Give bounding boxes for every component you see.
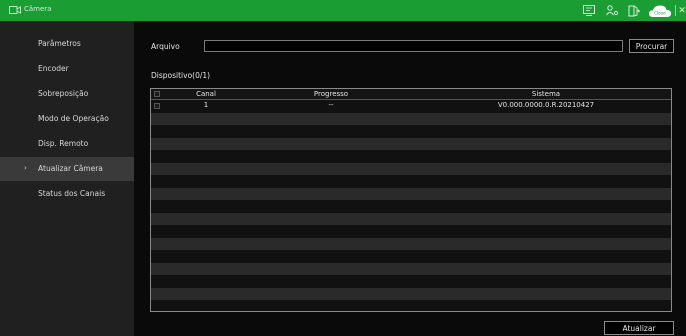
- sidebar-item-label: Parâmetros: [38, 39, 81, 48]
- dispositivo-label: Dispositivo(0/1): [151, 71, 211, 80]
- empty-row: [151, 300, 671, 311]
- sidebar-item-atualizar-camera[interactable]: › Atualizar Câmera: [0, 157, 134, 181]
- cell-canal: 1: [203, 101, 209, 109]
- table-row[interactable]: 1 -- V0.000.0000.0.R.20210427: [151, 100, 671, 113]
- sidebar-item-label: Modo de Operação: [38, 114, 109, 123]
- empty-row: [151, 200, 671, 213]
- sidebar-item-modo-de-operacao[interactable]: Modo de Operação: [0, 107, 134, 131]
- cloud-icon[interactable]: Cloud: [647, 3, 673, 18]
- column-header-progresso: Progresso: [313, 90, 349, 98]
- empty-row: [151, 162, 671, 175]
- select-all-checkbox[interactable]: [154, 91, 160, 97]
- empty-row: [151, 287, 671, 300]
- titlebar-divider: [675, 5, 676, 16]
- empty-row: [151, 175, 671, 188]
- arquivo-input[interactable]: [204, 40, 623, 52]
- column-header-sistema: Sistema: [531, 90, 561, 98]
- monitor-icon[interactable]: [582, 3, 596, 18]
- sidebar-item-label: Sobreposição: [38, 89, 89, 98]
- sidebar-item-label: Atualizar Câmera: [38, 164, 103, 173]
- window-title: Câmera: [24, 5, 52, 13]
- sidebar: Parâmetros Encoder Sobreposição Modo de …: [0, 21, 134, 336]
- column-header-canal: Canal: [196, 90, 216, 98]
- empty-row: [151, 262, 671, 275]
- user-icon[interactable]: [605, 3, 619, 18]
- sidebar-item-status-dos-canais[interactable]: Status dos Canais: [0, 182, 134, 206]
- empty-row: [151, 187, 671, 200]
- sidebar-item-sobreposicao[interactable]: Sobreposição: [0, 82, 134, 106]
- table-header: Canal Progresso Sistema: [151, 89, 671, 100]
- atualizar-button[interactable]: Atualizar: [604, 321, 674, 335]
- close-icon[interactable]: ✕: [678, 3, 686, 18]
- procurar-button[interactable]: Procurar: [629, 39, 674, 53]
- empty-row: [151, 125, 671, 138]
- cell-sistema: V0.000.0000.0.R.20210427: [497, 101, 595, 109]
- sidebar-item-encoder[interactable]: Encoder: [0, 57, 134, 81]
- empty-row: [151, 275, 671, 288]
- arquivo-label: Arquivo: [151, 42, 180, 51]
- title-bar: Câmera Cloud ✕: [0, 0, 686, 21]
- empty-row: [151, 150, 671, 163]
- exit-icon[interactable]: [627, 3, 641, 18]
- row-checkbox[interactable]: [154, 103, 160, 109]
- empty-row: [151, 237, 671, 250]
- cell-progresso: --: [328, 101, 334, 109]
- sidebar-item-label: Status dos Canais: [38, 189, 106, 198]
- cloud-text: Cloud: [654, 10, 666, 15]
- empty-row: [151, 212, 671, 225]
- chevron-right-icon: ›: [24, 164, 27, 172]
- empty-row: [151, 112, 671, 125]
- device-table: Canal Progresso Sistema 1 -- V0.000.0000…: [150, 88, 672, 312]
- camera-icon: [9, 6, 21, 14]
- sidebar-item-parametros[interactable]: Parâmetros: [0, 32, 134, 56]
- sidebar-item-label: Disp. Remoto: [38, 139, 89, 148]
- empty-row: [151, 137, 671, 150]
- sidebar-item-label: Encoder: [38, 64, 69, 73]
- empty-row: [151, 250, 671, 263]
- empty-row: [151, 225, 671, 238]
- sidebar-item-disp-remoto[interactable]: Disp. Remoto: [0, 132, 134, 156]
